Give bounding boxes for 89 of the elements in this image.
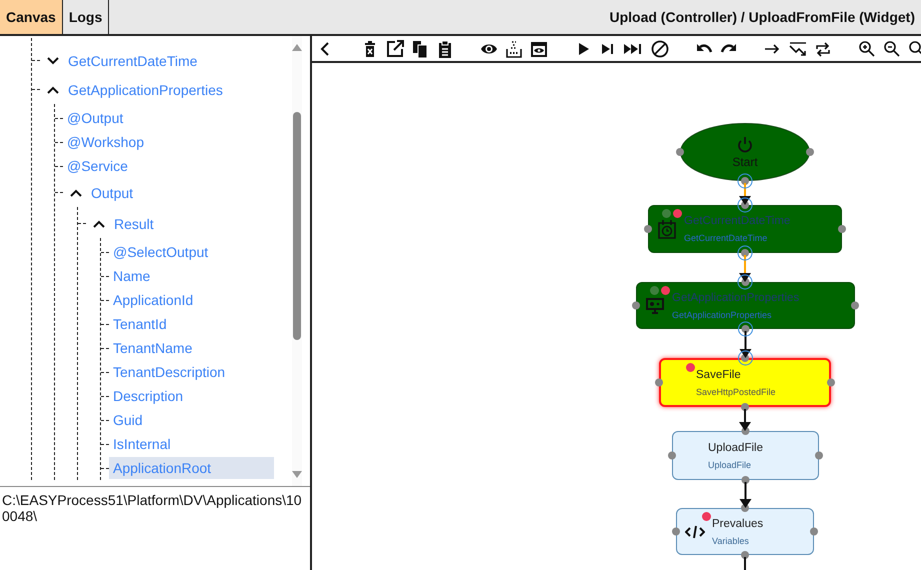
tree-item[interactable]: ApplicationId — [109, 289, 200, 311]
node-title: GetApplicationProperties — [672, 292, 800, 304]
node-title: GetCurrentDateTime — [684, 215, 792, 227]
port-handle[interactable] — [741, 177, 749, 185]
port-handle[interactable] — [851, 302, 859, 310]
zigzag-arrow-icon — [789, 40, 807, 58]
zoom-in-button[interactable] — [858, 40, 876, 58]
node-subtitle: UploadFile — [708, 460, 752, 470]
tree-item[interactable]: GetApplicationProperties — [64, 78, 230, 100]
tree-item[interactable]: TenantName — [109, 337, 200, 359]
node-title: Start — [732, 154, 758, 168]
port-ring — [738, 350, 753, 366]
breadcrumb-title: Upload (Controller) / UploadFromFile (Widget) — [609, 9, 916, 25]
repeat-icon — [814, 40, 832, 58]
port-handle[interactable] — [676, 148, 684, 156]
port-handle[interactable] — [838, 225, 846, 233]
port-handle[interactable] — [827, 378, 835, 386]
port-ring — [738, 274, 752, 290]
external-link-button[interactable] — [386, 40, 404, 58]
tray-icon — [505, 40, 523, 58]
tab[interactable]: Logs — [62, 0, 110, 34]
connector-line — [744, 557, 746, 570]
power-icon — [737, 136, 753, 152]
tree-item[interactable]: IsInternal — [109, 433, 178, 455]
tree-item[interactable]: Name — [109, 265, 158, 287]
block-icon — [651, 40, 669, 58]
zigzag-arrow-button[interactable] — [789, 40, 807, 58]
preview-button[interactable] — [530, 40, 548, 58]
breakpoint-dot[interactable] — [702, 512, 711, 521]
tree-item[interactable]: @Output — [63, 107, 130, 129]
scroll-up-icon[interactable] — [292, 44, 302, 51]
tree-item[interactable]: ApplicationRoot — [109, 457, 274, 479]
tree-item[interactable]: GetCurrentDateTime — [64, 50, 204, 72]
zoom-out-button[interactable] — [883, 40, 901, 58]
port-handle[interactable] — [741, 403, 749, 411]
scroll-down-icon[interactable] — [292, 471, 302, 478]
node-subtitle: SaveHttpPostedFile — [696, 386, 777, 396]
external-link-icon — [386, 40, 404, 58]
tree-item[interactable]: TenantDescription — [109, 361, 232, 383]
port-handle[interactable] — [810, 528, 818, 536]
node-subtitle: GetApplicationProperties — [672, 310, 773, 320]
scrollbar[interactable] — [292, 36, 302, 486]
node-subtitle: GetCurrentDateTime — [684, 233, 768, 243]
tray-button[interactable] — [505, 40, 523, 58]
clipboard-button[interactable] — [436, 40, 454, 58]
code-icon — [685, 524, 705, 538]
port-handle[interactable] — [806, 148, 814, 156]
tree-item[interactable]: Output — [87, 182, 140, 204]
port-handle[interactable] — [644, 225, 652, 233]
port-handle[interactable] — [742, 476, 750, 484]
port-handle[interactable] — [742, 325, 750, 333]
tree-item[interactable]: Result — [110, 212, 161, 234]
port-handle[interactable] — [632, 302, 640, 310]
preview-icon — [530, 40, 548, 58]
start-node[interactable]: Start — [680, 123, 810, 181]
node-subtitle: Variables — [712, 536, 750, 546]
port-handle[interactable] — [741, 551, 749, 559]
node-title: SaveFile — [696, 368, 742, 380]
port-handle[interactable] — [741, 249, 749, 257]
repeat-button[interactable] — [814, 40, 832, 58]
port-ring — [738, 198, 752, 212]
block-button[interactable] — [651, 40, 669, 58]
flow-node[interactable]: SaveFile SaveHttpPostedFile — [659, 358, 831, 407]
breakpoint-dot[interactable] — [686, 363, 695, 372]
tree-item[interactable]: @SelectOutput — [109, 241, 216, 263]
monitor-icon — [645, 296, 665, 314]
port-handle[interactable] — [672, 528, 680, 536]
tree-item[interactable]: Guid — [109, 409, 150, 431]
tree-item[interactable]: Description — [109, 385, 190, 407]
breakpoint-dot[interactable] — [661, 286, 670, 295]
clipboard-icon — [436, 40, 454, 58]
zoom-in-icon — [858, 40, 876, 58]
breakpoint-dot[interactable] — [673, 209, 682, 218]
copy-icon — [411, 40, 429, 58]
tree-item[interactable]: TenantId — [109, 313, 174, 335]
tree-item[interactable]: @Service — [63, 155, 135, 177]
copy-button[interactable] — [411, 40, 429, 58]
tree-item[interactable]: @Workshop — [63, 131, 151, 153]
scrollbar-thumb[interactable] — [293, 112, 301, 340]
zoom-out-icon — [883, 40, 901, 58]
port-handle[interactable] — [815, 452, 823, 460]
port-handle[interactable] — [668, 452, 676, 460]
port-handle[interactable] — [655, 378, 663, 386]
flow-node[interactable]: Prevalues Variables — [676, 508, 814, 555]
node-title: UploadFile — [708, 442, 764, 454]
calendar-clock-icon — [657, 219, 677, 239]
node-title: Prevalues — [712, 518, 764, 530]
flow-node[interactable]: UploadFile UploadFile — [672, 431, 819, 480]
tab[interactable]: Canvas — [0, 0, 63, 34]
